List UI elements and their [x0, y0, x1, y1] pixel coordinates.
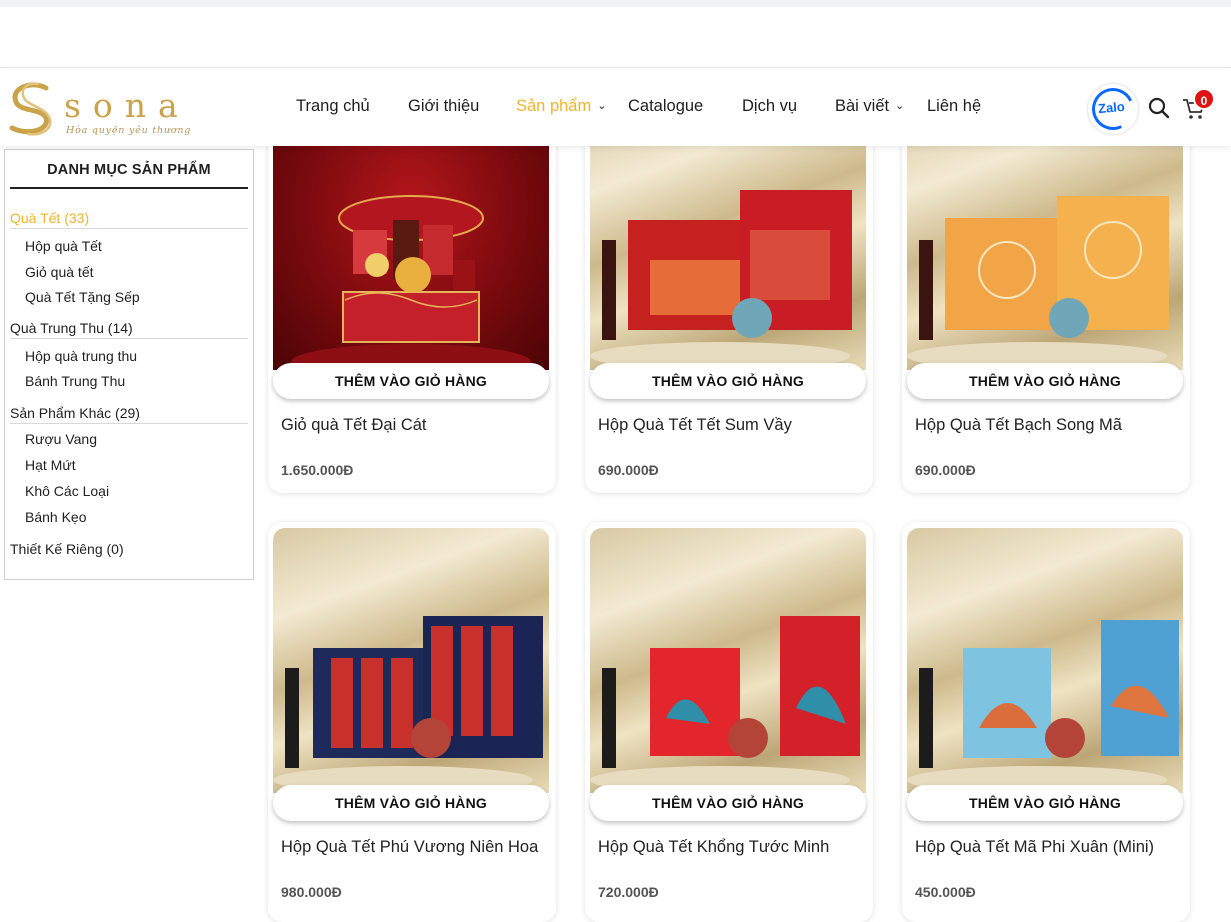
subcategory-item[interactable]: Rượu Vang	[25, 431, 97, 447]
add-to-cart-button[interactable]: THÊM VÀO GIỎ HÀNG	[590, 363, 866, 399]
product-price: 1.650.000Đ	[281, 462, 354, 478]
nav-item-services[interactable]: Dịch vụ	[742, 97, 797, 116]
add-to-cart-button[interactable]: THÊM VÀO GIỎ HÀNG	[273, 785, 549, 821]
gift-box-image	[590, 616, 860, 793]
chevron-down-icon: ⌄	[895, 100, 905, 112]
nav-item-catalogue[interactable]: Catalogue	[628, 97, 703, 116]
product-name[interactable]: Hộp Quà Tết Bạch Song Mã	[915, 416, 1122, 435]
nav-item-contact[interactable]: Liên hệ	[927, 97, 981, 116]
product-card[interactable]: THÊM VÀO GIỎ HÀNG Hộp Quà Tết Mã Phi Xuâ…	[902, 522, 1190, 922]
product-price: 980.000Đ	[281, 884, 342, 900]
logo-tagline: Hòa quyện yêu thương	[66, 125, 192, 136]
zalo-icon[interactable]: Zalo	[1086, 82, 1140, 136]
cart-count-badge: 0	[1193, 88, 1215, 110]
product-image[interactable]	[273, 528, 549, 793]
product-name[interactable]: Giỏ quà Tết Đại Cát	[281, 416, 427, 435]
product-price: 450.000Đ	[915, 884, 976, 900]
logo[interactable]: sona Hòa quyện yêu thương	[2, 78, 202, 138]
subcategory-item[interactable]: Khô Các Loại	[25, 483, 109, 499]
site-header: sona Hòa quyện yêu thương Trang chủ Giới…	[0, 67, 1231, 146]
search-icon[interactable]	[1148, 97, 1170, 119]
subcategory-item[interactable]: Hạt Mứt	[25, 457, 76, 473]
category-san-pham-khac[interactable]: Sản Phẩm Khác (29)	[10, 405, 248, 424]
nav-item-posts[interactable]: Bài viết ⌄	[835, 97, 904, 116]
product-card[interactable]: THÊM VÀO GIỎ HÀNG Hộp Quà Tết Tết Sum Vầ…	[585, 100, 873, 493]
product-price: 720.000Đ	[598, 884, 659, 900]
gift-box-image	[273, 616, 543, 793]
product-image[interactable]	[590, 528, 866, 793]
logo-mark-icon	[9, 82, 52, 136]
nav-item-products[interactable]: Sản phẩm ⌄	[516, 97, 606, 116]
logo-text: sona	[64, 86, 190, 125]
top-strip	[0, 0, 1231, 7]
sidebar-title: DANH MỤC SẢN PHẨM	[10, 162, 248, 189]
product-name[interactable]: Hộp Quà Tết Tết Sum Vầy	[598, 416, 792, 435]
subcategory-item[interactable]: Bánh Kẹo	[25, 509, 87, 525]
gift-box-image	[907, 620, 1179, 793]
subcategory-item[interactable]: Quà Tết Tặng Sếp	[25, 289, 140, 305]
nav-item-home[interactable]: Trang chủ	[296, 97, 370, 116]
add-to-cart-button[interactable]: THÊM VÀO GIỎ HÀNG	[273, 363, 549, 399]
subcategory-item[interactable]: Hộp quà Tết	[25, 238, 102, 254]
product-price: 690.000Đ	[598, 462, 659, 478]
product-image[interactable]	[907, 528, 1183, 793]
product-name[interactable]: Hộp Quà Tết Phú Vương Niên Hoa	[281, 838, 538, 857]
zalo-label: Zalo	[1097, 98, 1126, 117]
subcategory-item[interactable]: Giỏ quà tết	[25, 264, 94, 280]
subcategory-item[interactable]: Hộp quà trung thu	[25, 348, 137, 364]
product-card[interactable]: THÊM VÀO GIỎ HÀNG Hộp Quà Tết Phú Vương …	[268, 522, 556, 922]
category-qua-trung-thu[interactable]: Quà Trung Thu (14)	[10, 320, 248, 339]
subcategory-item[interactable]: Bánh Trung Thu	[25, 373, 125, 389]
category-thiet-ke-rieng[interactable]: Thiết Kế Riêng (0)	[10, 541, 248, 559]
product-card[interactable]: THÊM VÀO GIỎ HÀNG Hộp Quà Tết Khổng Tước…	[585, 522, 873, 922]
add-to-cart-button[interactable]: THÊM VÀO GIỎ HÀNG	[907, 785, 1183, 821]
nav-item-about[interactable]: Giới thiệu	[408, 97, 479, 116]
product-name[interactable]: Hộp Quà Tết Mã Phi Xuân (Mini)	[915, 838, 1154, 857]
product-price: 690.000Đ	[915, 462, 976, 478]
add-to-cart-button[interactable]: THÊM VÀO GIỎ HÀNG	[907, 363, 1183, 399]
product-name[interactable]: Hộp Quà Tết Khổng Tước Minh	[598, 838, 829, 857]
product-card[interactable]: THÊM VÀO GIỎ HÀNG Giỏ quà Tết Đại Cát 1.…	[268, 100, 556, 493]
chevron-down-icon: ⌄	[597, 100, 607, 112]
product-card[interactable]: THÊM VÀO GIỎ HÀNG Hộp Quà Tết Bạch Song …	[902, 100, 1190, 493]
add-to-cart-button[interactable]: THÊM VÀO GIỎ HÀNG	[590, 785, 866, 821]
category-qua-tet[interactable]: Quà Tết (33)	[10, 210, 248, 229]
category-sidebar: DANH MỤC SẢN PHẨM Quà Tết (33) Hộp quà T…	[4, 149, 254, 580]
